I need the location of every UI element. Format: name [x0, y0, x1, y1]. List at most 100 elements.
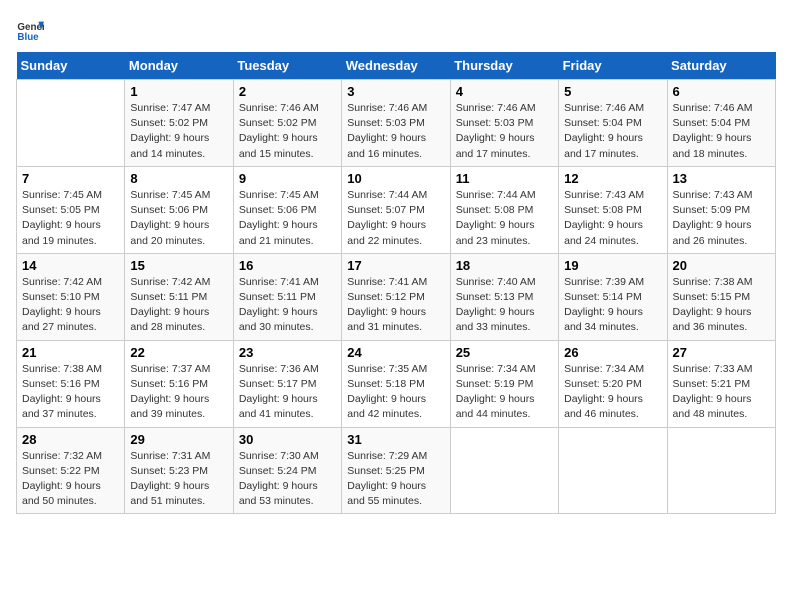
day-info: Sunrise: 7:45 AMSunset: 5:06 PMDaylight:… [130, 188, 227, 249]
page-header: General Blue [16, 16, 776, 44]
day-info: Sunrise: 7:46 AMSunset: 5:02 PMDaylight:… [239, 101, 336, 162]
day-info: Sunrise: 7:34 AMSunset: 5:19 PMDaylight:… [456, 362, 553, 423]
calendar-cell: 28 Sunrise: 7:32 AMSunset: 5:22 PMDayligh… [17, 427, 125, 514]
day-number: 23 [239, 345, 336, 360]
day-number: 30 [239, 432, 336, 447]
calendar-cell: 19 Sunrise: 7:39 AMSunset: 5:14 PMDayligh… [559, 253, 667, 340]
calendar-cell: 7 Sunrise: 7:45 AMSunset: 5:05 PMDaylight… [17, 166, 125, 253]
calendar-cell: 8 Sunrise: 7:45 AMSunset: 5:06 PMDaylight… [125, 166, 233, 253]
day-number: 27 [673, 345, 770, 360]
day-info: Sunrise: 7:46 AMSunset: 5:03 PMDaylight:… [347, 101, 444, 162]
calendar-cell: 5 Sunrise: 7:46 AMSunset: 5:04 PMDaylight… [559, 80, 667, 167]
day-info: Sunrise: 7:44 AMSunset: 5:07 PMDaylight:… [347, 188, 444, 249]
calendar-cell: 3 Sunrise: 7:46 AMSunset: 5:03 PMDaylight… [342, 80, 450, 167]
day-number: 14 [22, 258, 119, 273]
calendar-cell: 4Sunrise: 7:46 AMSunset: 5:03 PMDaylight… [450, 80, 558, 167]
day-number: 17 [347, 258, 444, 273]
day-info: Sunrise: 7:40 AMSunset: 5:13 PMDaylight:… [456, 275, 553, 336]
day-info: Sunrise: 7:46 AMSunset: 5:04 PMDaylight:… [564, 101, 661, 162]
day-number: 9 [239, 171, 336, 186]
day-info: Sunrise: 7:39 AMSunset: 5:14 PMDaylight:… [564, 275, 661, 336]
calendar-cell: 1 Sunrise: 7:47 AMSunset: 5:02 PMDaylight… [125, 80, 233, 167]
day-info: Sunrise: 7:46 AMSunset: 5:03 PMDaylight:… [456, 101, 553, 162]
day-number: 20 [673, 258, 770, 273]
weekday-header-sunday: Sunday [17, 52, 125, 80]
day-info: Sunrise: 7:33 AMSunset: 5:21 PMDaylight:… [673, 362, 770, 423]
day-number: 3 [347, 84, 444, 99]
calendar-cell [450, 427, 558, 514]
day-info: Sunrise: 7:46 AMSunset: 5:04 PMDaylight:… [673, 101, 770, 162]
calendar-cell: 6 Sunrise: 7:46 AMSunset: 5:04 PMDaylight… [667, 80, 775, 167]
day-info: Sunrise: 7:36 AMSunset: 5:17 PMDaylight:… [239, 362, 336, 423]
weekday-header-monday: Monday [125, 52, 233, 80]
calendar-week-row: 1 Sunrise: 7:47 AMSunset: 5:02 PMDaylight… [17, 80, 776, 167]
calendar-cell: 14 Sunrise: 7:42 AMSunset: 5:10 PMDayligh… [17, 253, 125, 340]
calendar-cell: 10 Sunrise: 7:44 AMSunset: 5:07 PMDayligh… [342, 166, 450, 253]
day-number: 29 [130, 432, 227, 447]
day-number: 8 [130, 171, 227, 186]
day-number: 10 [347, 171, 444, 186]
weekday-header-tuesday: Tuesday [233, 52, 341, 80]
day-info: Sunrise: 7:43 AMSunset: 5:08 PMDaylight:… [564, 188, 661, 249]
svg-text:Blue: Blue [17, 32, 39, 43]
calendar-cell: 11 Sunrise: 7:44 AMSunset: 5:08 PMDayligh… [450, 166, 558, 253]
day-number: 26 [564, 345, 661, 360]
calendar-cell [559, 427, 667, 514]
day-info: Sunrise: 7:43 AMSunset: 5:09 PMDaylight:… [673, 188, 770, 249]
day-info: Sunrise: 7:31 AMSunset: 5:23 PMDaylight:… [130, 449, 227, 510]
calendar-cell: 20Sunrise: 7:38 AMSunset: 5:15 PMDayligh… [667, 253, 775, 340]
day-info: Sunrise: 7:42 AMSunset: 5:11 PMDaylight:… [130, 275, 227, 336]
day-info: Sunrise: 7:41 AMSunset: 5:12 PMDaylight:… [347, 275, 444, 336]
day-number: 7 [22, 171, 119, 186]
day-number: 18 [456, 258, 553, 273]
day-number: 6 [673, 84, 770, 99]
calendar-cell: 23 Sunrise: 7:36 AMSunset: 5:17 PMDayligh… [233, 340, 341, 427]
day-info: Sunrise: 7:42 AMSunset: 5:10 PMDaylight:… [22, 275, 119, 336]
calendar-table: SundayMondayTuesdayWednesdayThursdayFrid… [16, 52, 776, 514]
day-number: 1 [130, 84, 227, 99]
day-info: Sunrise: 7:45 AMSunset: 5:05 PMDaylight:… [22, 188, 119, 249]
day-info: Sunrise: 7:29 AMSunset: 5:25 PMDaylight:… [347, 449, 444, 510]
day-info: Sunrise: 7:32 AMSunset: 5:22 PMDaylight:… [22, 449, 119, 510]
weekday-header-friday: Friday [559, 52, 667, 80]
day-number: 28 [22, 432, 119, 447]
calendar-cell: 29 Sunrise: 7:31 AMSunset: 5:23 PMDayligh… [125, 427, 233, 514]
calendar-week-row: 7 Sunrise: 7:45 AMSunset: 5:05 PMDaylight… [17, 166, 776, 253]
day-number: 5 [564, 84, 661, 99]
day-info: Sunrise: 7:30 AMSunset: 5:24 PMDaylight:… [239, 449, 336, 510]
weekday-header-saturday: Saturday [667, 52, 775, 80]
calendar-cell: 26Sunrise: 7:34 AMSunset: 5:20 PMDayligh… [559, 340, 667, 427]
calendar-cell: 16Sunrise: 7:41 AMSunset: 5:11 PMDayligh… [233, 253, 341, 340]
calendar-week-row: 21Sunrise: 7:38 AMSunset: 5:16 PMDayligh… [17, 340, 776, 427]
calendar-cell: 21Sunrise: 7:38 AMSunset: 5:16 PMDayligh… [17, 340, 125, 427]
calendar-cell: 31 Sunrise: 7:29 AMSunset: 5:25 PMDayligh… [342, 427, 450, 514]
calendar-cell: 27 Sunrise: 7:33 AMSunset: 5:21 PMDayligh… [667, 340, 775, 427]
calendar-cell: 17 Sunrise: 7:41 AMSunset: 5:12 PMDayligh… [342, 253, 450, 340]
calendar-cell: 18 Sunrise: 7:40 AMSunset: 5:13 PMDayligh… [450, 253, 558, 340]
weekday-header-thursday: Thursday [450, 52, 558, 80]
weekday-header-row: SundayMondayTuesdayWednesdayThursdayFrid… [17, 52, 776, 80]
day-number: 12 [564, 171, 661, 186]
day-info: Sunrise: 7:45 AMSunset: 5:06 PMDaylight:… [239, 188, 336, 249]
day-info: Sunrise: 7:37 AMSunset: 5:16 PMDaylight:… [130, 362, 227, 423]
day-number: 21 [22, 345, 119, 360]
calendar-cell [667, 427, 775, 514]
calendar-cell: 15Sunrise: 7:42 AMSunset: 5:11 PMDayligh… [125, 253, 233, 340]
calendar-cell: 22 Sunrise: 7:37 AMSunset: 5:16 PMDayligh… [125, 340, 233, 427]
day-number: 22 [130, 345, 227, 360]
day-info: Sunrise: 7:47 AMSunset: 5:02 PMDaylight:… [130, 101, 227, 162]
calendar-week-row: 28 Sunrise: 7:32 AMSunset: 5:22 PMDayligh… [17, 427, 776, 514]
day-number: 11 [456, 171, 553, 186]
logo-icon: General Blue [16, 16, 44, 44]
day-info: Sunrise: 7:41 AMSunset: 5:11 PMDaylight:… [239, 275, 336, 336]
calendar-cell: 9 Sunrise: 7:45 AMSunset: 5:06 PMDaylight… [233, 166, 341, 253]
calendar-week-row: 14 Sunrise: 7:42 AMSunset: 5:10 PMDayligh… [17, 253, 776, 340]
day-info: Sunrise: 7:35 AMSunset: 5:18 PMDaylight:… [347, 362, 444, 423]
calendar-cell: 24Sunrise: 7:35 AMSunset: 5:18 PMDayligh… [342, 340, 450, 427]
day-number: 31 [347, 432, 444, 447]
day-number: 13 [673, 171, 770, 186]
logo: General Blue [16, 16, 44, 44]
day-info: Sunrise: 7:44 AMSunset: 5:08 PMDaylight:… [456, 188, 553, 249]
day-number: 19 [564, 258, 661, 273]
day-number: 25 [456, 345, 553, 360]
